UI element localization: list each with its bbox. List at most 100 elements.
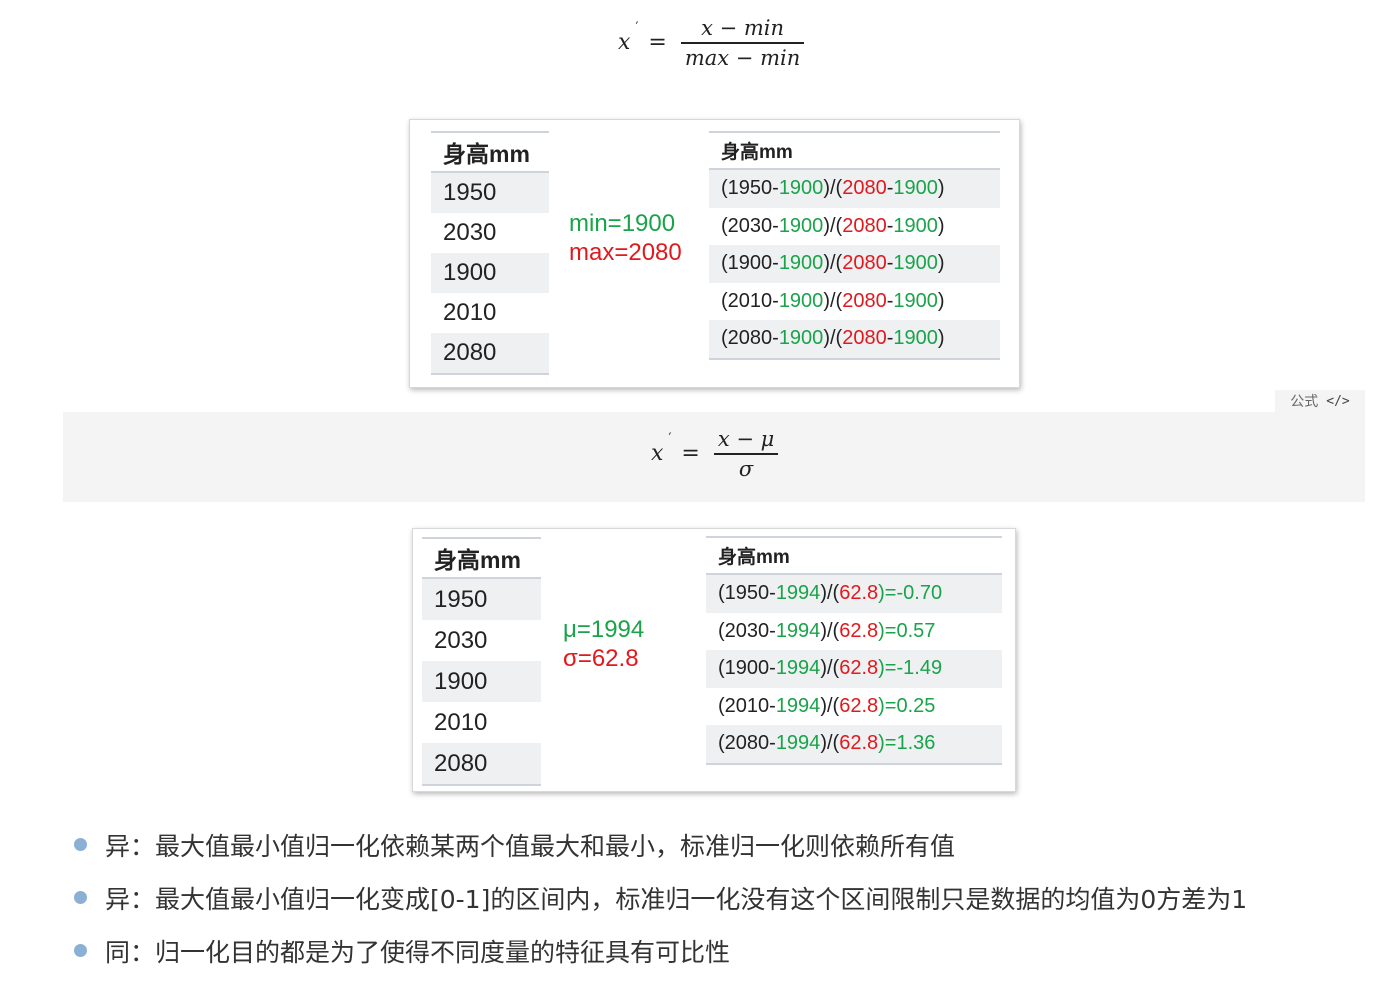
table-cell: 2080 <box>422 743 541 786</box>
calc-segment: )/( <box>823 289 843 312</box>
calc-segment: (1900- <box>718 657 776 680</box>
calc-segment: 1900 <box>893 252 938 275</box>
calc-row: (2010- 1994)/(62.8)=0.25 <box>706 688 1002 726</box>
bullet-dot-icon <box>74 944 87 957</box>
calc-segment: ) <box>937 327 945 350</box>
calc-table-right: 身高mm (1950- 1994)/(62.8)=-0.70 (2030- 1994)… <box>706 536 1002 765</box>
calc-segment: 2080 <box>842 177 887 200</box>
height-table-left: 身高mm 1950 2030 1900 2010 2080 <box>431 131 549 375</box>
calc-segment: 2080 <box>842 252 887 275</box>
mu-label: μ=1994 <box>563 616 645 643</box>
calc-segment: (1950- <box>718 582 776 605</box>
calc-segment: 1994 <box>775 694 821 717</box>
calc-segment: )=-0.70 <box>878 582 943 605</box>
calc-segment: (2010- <box>721 289 779 312</box>
comparison-list: 异：最大值最小值归一化依赖某两个值最大和最小，标准归一化则依赖所有值 异：最大值… <box>74 818 1247 977</box>
calc-segment: 1994 <box>775 732 821 755</box>
calc-row: (2010- 1900)/(2080-1900) <box>709 283 1000 321</box>
calc-segment: )=-1.49 <box>878 657 943 680</box>
calc-segment: (2030- <box>718 619 776 642</box>
sigma-label: σ=62.8 <box>563 645 639 672</box>
equals-sign: = <box>681 441 700 467</box>
calc-segment: 62.8 <box>839 619 879 642</box>
calc-segment: (1950- <box>721 177 779 200</box>
calc-row: (1950- 1994)/(62.8)=-0.70 <box>706 575 1002 613</box>
calc-segment: (1900- <box>721 252 779 275</box>
calc-row: (1900- 1900)/(2080-1900) <box>709 245 1000 283</box>
calc-segment: )/( <box>820 657 840 680</box>
calc-segment: 2080 <box>842 289 887 312</box>
fraction: x − min max − min <box>680 16 805 70</box>
calc-row: (2030- 1900)/(2080-1900) <box>709 208 1000 246</box>
list-item: 同：归一化目的都是为了使得不同度量的特征具有可比性 <box>74 924 1247 977</box>
calc-segment: )=0.57 <box>878 619 936 642</box>
calc-segment: 2080 <box>842 214 887 237</box>
list-item-text: 异：最大值最小值归一化依赖某两个值最大和最小，标准归一化则依赖所有值 <box>105 831 956 861</box>
calc-segment: 1900 <box>778 327 824 350</box>
calc-segment: ) <box>937 214 945 237</box>
calc-segment: 1900 <box>778 289 824 312</box>
equals-sign: = <box>648 30 667 56</box>
mu-sigma-params: μ=1994 σ=62.8 <box>563 615 644 673</box>
calc-segment: 1900 <box>778 177 824 200</box>
code-icon[interactable]: </> <box>1326 394 1349 409</box>
calc-segment: (2030- <box>721 214 779 237</box>
zscore-formula: x ′ = x − μ σ <box>651 427 779 481</box>
calc-segment: - <box>886 214 894 237</box>
calc-segment: )/( <box>820 694 840 717</box>
calc-segment: )/( <box>823 214 843 237</box>
list-item: 异：最大值最小值归一化变成[0-1]的区间内，标准归一化没有这个区间限制只是数据… <box>74 871 1247 924</box>
minmax-formula: x ′ = x − min max − min <box>618 16 805 70</box>
prime-mark: ′ <box>668 431 672 447</box>
calc-row: (2080- 1994)/(62.8)=1.36 <box>706 725 1002 765</box>
table-cell: 2030 <box>434 626 488 654</box>
fraction-numerator: x − μ <box>717 427 775 451</box>
calc-row: (1950- 1900)/(2080-1900) <box>709 170 1000 208</box>
calc-row: (2030- 1994)/(62.8)=0.57 <box>706 613 1002 651</box>
fraction-denominator: σ <box>738 456 754 481</box>
calc-segment: 1994 <box>775 582 821 605</box>
calc-segment: - <box>886 327 894 350</box>
calc-segment: )/( <box>820 582 840 605</box>
fraction-denominator: max − min <box>684 45 801 70</box>
fraction: x − μ σ <box>713 427 779 481</box>
table-header: 身高mm <box>431 131 549 173</box>
calc-segment: ) <box>937 252 945 275</box>
calc-row: (2080- 1900)/(2080-1900) <box>709 320 1000 360</box>
calc-segment: 62.8 <box>839 694 879 717</box>
formula-lhs: x ′ <box>618 20 639 56</box>
calc-segment: 62.8 <box>839 582 879 605</box>
calc-segment: )/( <box>823 252 843 275</box>
min-max-params: min=1900 max=2080 <box>569 209 682 267</box>
calc-segment: 1900 <box>778 214 824 237</box>
table-header: 身高mm <box>422 537 541 579</box>
fraction-numerator: x − min <box>701 16 785 40</box>
list-item: 异：最大值最小值归一化依赖某两个值最大和最小，标准归一化则依赖所有值 <box>74 818 1247 871</box>
table-header: 身高mm <box>709 131 1000 170</box>
formula-badge-label: 公式 <box>1290 394 1319 410</box>
bullet-dot-icon <box>74 891 87 904</box>
table-cell: 2080 <box>431 333 549 375</box>
calc-segment: - <box>886 177 894 200</box>
formula-lhs: x ′ <box>651 431 672 467</box>
calc-segment: 1994 <box>775 619 821 642</box>
calc-segment: )/( <box>823 177 843 200</box>
min-label: min=1900 <box>569 210 676 237</box>
prime-mark: ′ <box>635 20 639 36</box>
calc-segment: (2080- <box>721 327 779 350</box>
calc-segment: ) <box>937 289 945 312</box>
calc-segment: )=0.25 <box>878 694 936 717</box>
calc-segment: 62.8 <box>839 732 879 755</box>
calc-segment: 62.8 <box>839 657 879 680</box>
table-cell: 2010 <box>443 299 497 326</box>
height-table-left: 身高mm 1950 2030 1900 2010 2080 <box>422 537 541 786</box>
calc-segment: 1900 <box>778 252 824 275</box>
calc-segment: 1900 <box>893 327 938 350</box>
bullet-dot-icon <box>74 838 87 851</box>
zscore-example-card: 身高mm 1950 2030 1900 2010 2080 μ=1994 σ=6… <box>412 528 1016 792</box>
formula-badge[interactable]: 公式 </> <box>1275 390 1365 412</box>
calc-segment: )/( <box>820 619 840 642</box>
calc-segment: )/( <box>820 732 840 755</box>
table-cell: 2030 <box>443 219 497 246</box>
calc-segment: (2080- <box>718 732 776 755</box>
